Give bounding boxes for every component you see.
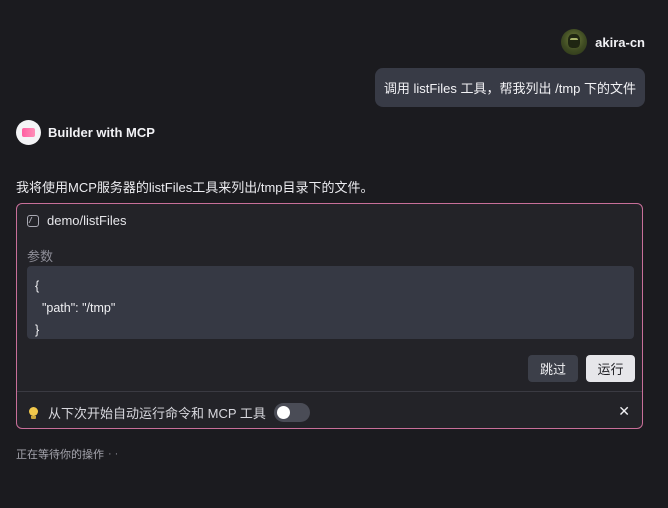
close-icon[interactable]: ✕ — [618, 404, 630, 418]
auto-run-row: 从下次开始自动运行命令和 MCP 工具 — [29, 403, 310, 422]
run-button[interactable]: 运行 — [586, 355, 635, 382]
assistant-avatar — [16, 120, 41, 145]
user-avatar — [561, 29, 588, 55]
tool-icon — [27, 214, 39, 227]
status-text: 正在等待你的操作 — [16, 449, 104, 461]
params-label: 参数 — [27, 249, 54, 264]
bulb-icon — [29, 406, 38, 419]
assistant-message: 我将使用MCP服务器的listFiles工具来列出/tmp目录下的文件。 — [16, 180, 374, 195]
tool-header: demo/listFiles — [27, 213, 126, 228]
card-divider — [17, 391, 642, 392]
status-dots: ·· — [108, 448, 122, 460]
skip-button[interactable]: 跳过 — [528, 355, 578, 382]
toggle-knob — [276, 406, 290, 419]
user-message-bubble: 调用 listFiles 工具，帮我列出 /tmp 下的文件 — [374, 68, 645, 107]
tool-call-card: demo/listFiles 参数 { "path": "/tmp" } 跳过 … — [16, 203, 643, 429]
auto-run-toggle[interactable] — [273, 403, 310, 422]
user-name: akira-cn — [595, 34, 645, 50]
tool-name: demo/listFiles — [47, 213, 127, 228]
assistant-logo-icon — [22, 128, 35, 137]
status-row: 正在等待你的操作 ·· — [16, 446, 121, 462]
params-code-block: { "path": "/tmp" } — [27, 266, 634, 339]
auto-run-label: 从下次开始自动运行命令和 MCP 工具 — [48, 406, 266, 421]
assistant-header: Builder with MCP — [16, 120, 155, 145]
assistant-name: Builder with MCP — [48, 125, 155, 140]
user-header: akira-cn — [561, 29, 645, 55]
